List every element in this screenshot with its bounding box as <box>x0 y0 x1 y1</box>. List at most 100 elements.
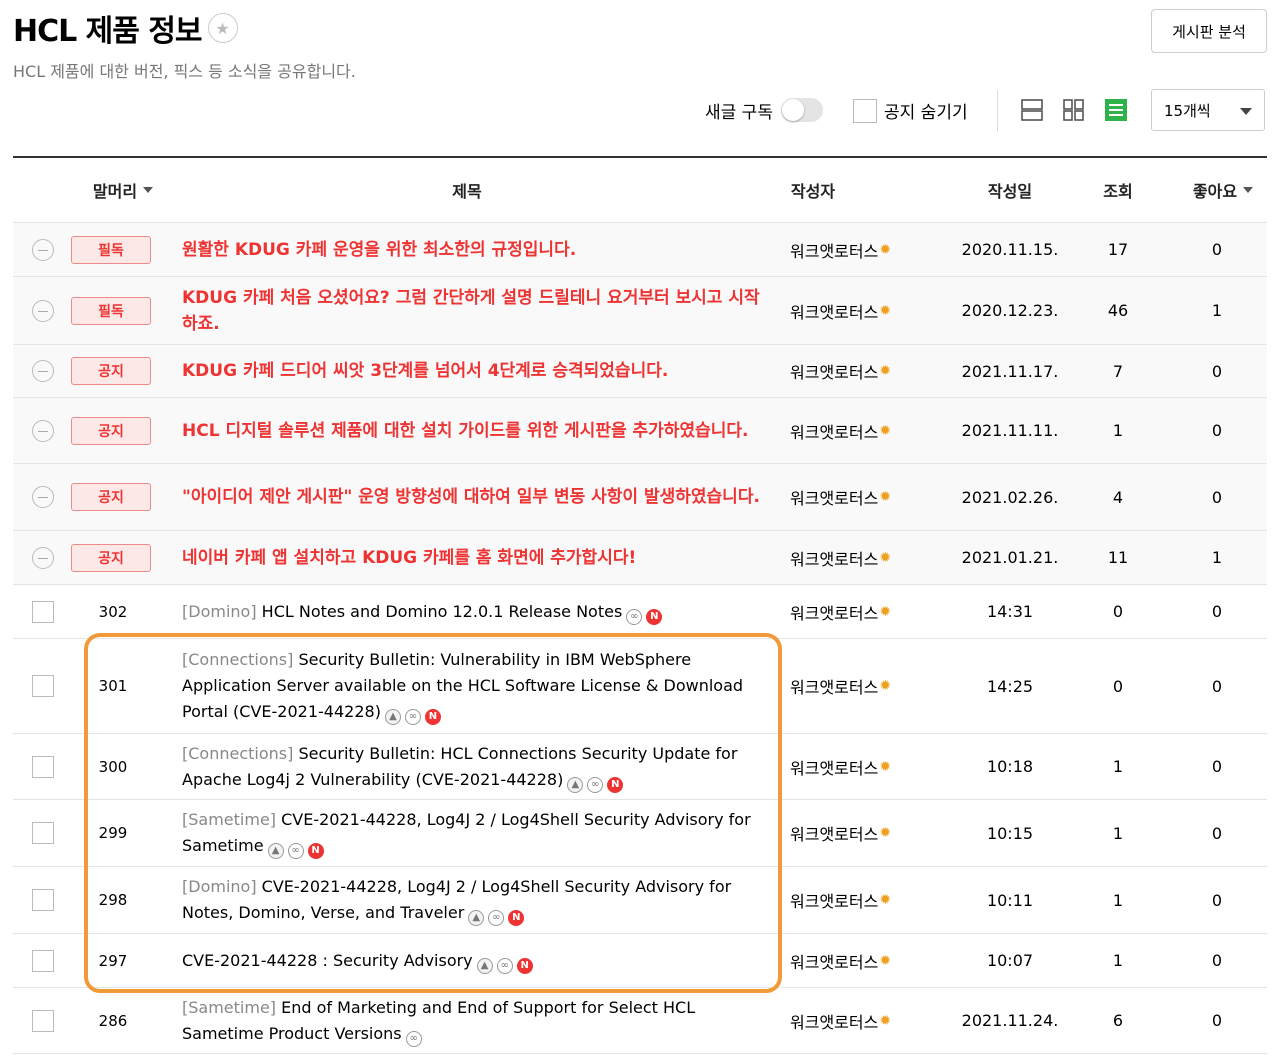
author-name[interactable]: 워크앳로터스 <box>790 755 878 779</box>
list-view-icon[interactable] <box>1105 98 1127 122</box>
post-title-link[interactable]: [Sametime] CVE-2021-44228, Log4J 2 / Log… <box>182 807 762 859</box>
post-number: 302 <box>98 602 128 621</box>
column-prefix-label: 말머리 <box>92 182 138 201</box>
per-page-value: 15개씩 <box>1164 101 1211 120</box>
album-view-icon[interactable] <box>1063 98 1085 122</box>
column-likes-label: 좋아요 <box>1192 182 1238 201</box>
row-checkbox[interactable] <box>32 889 54 911</box>
views-cell: 1 <box>1112 757 1124 776</box>
author-name[interactable]: 워크앳로터스 <box>790 299 878 323</box>
date-cell: 2021.01.21. <box>961 548 1059 567</box>
column-title: 제목 <box>452 182 482 201</box>
card-view-icon[interactable] <box>1021 98 1043 122</box>
table-header: 말머리 제목 작성자 작성일 조회 좋아요 <box>13 158 1267 223</box>
minus-circle-icon[interactable] <box>32 238 54 261</box>
date-cell: 10:15 <box>986 823 1034 843</box>
notice-row[interactable]: 공지 네이버 카페 앱 설치하고 KDUG 카페를 홈 화면에 추가합시다! 워… <box>13 531 1267 585</box>
row-checkbox[interactable] <box>32 949 54 972</box>
notice-title-link[interactable]: 네이버 카페 앱 설치하고 KDUG 카페를 홈 화면에 추가합시다! <box>182 545 636 571</box>
subscribe-toggle[interactable] <box>781 98 823 122</box>
title-cell: 원활한 KDUG 카페 운영을 위한 최소한의 규정입니다. <box>182 223 762 276</box>
link-icon: ∞ <box>626 608 643 625</box>
row-checkbox[interactable] <box>32 822 54 844</box>
notice-title-link[interactable]: "아이디어 제안 게시판" 운영 방향성에 대하여 일부 변동 사항이 발생하였… <box>182 484 760 510</box>
table-row[interactable]: 301 [Connections] Security Bulletin: Vul… <box>13 639 1267 734</box>
post-number: 286 <box>98 1011 128 1030</box>
author-name[interactable]: 워크앳로터스 <box>790 949 878 973</box>
notice-title-link[interactable]: KDUG 카페 처음 오셨어요? 그럼 간단하게 설명 드릴테니 요거부터 보시… <box>182 285 762 337</box>
notice-row[interactable]: 공지 HCL 디지털 솔루션 제품에 대한 설치 가이드를 위한 게시판을 추가… <box>13 398 1267 464</box>
notice-badge: 필독 <box>71 296 151 325</box>
author-name[interactable]: 워크앳로터스 <box>790 888 878 912</box>
hide-notice-label[interactable]: 공지 숨기기 <box>884 93 968 127</box>
row-selector <box>30 277 56 344</box>
row-selector <box>30 223 56 276</box>
post-title-link[interactable]: [Domino] CVE-2021-44228, Log4J 2 / Log4S… <box>182 874 762 926</box>
table-row[interactable]: 300 [Connections] Security Bulletin: HCL… <box>13 734 1267 800</box>
row-checkbox[interactable] <box>32 600 54 623</box>
title-cell: KDUG 카페 드디어 씨앗 3단계를 넘어서 4단계로 승격되었습니다. <box>182 345 762 397</box>
author-name[interactable]: 워크앳로터스 <box>790 1009 878 1033</box>
author-name[interactable]: 워크앳로터스 <box>790 600 878 624</box>
notice-title-link[interactable]: HCL 디지털 솔루션 제품에 대한 설치 가이드를 위한 게시판을 추가하였습… <box>182 418 748 444</box>
star-icon[interactable]: ★ <box>207 13 238 43</box>
likes-cell: 0 <box>1211 487 1223 507</box>
author-name[interactable]: 워크앳로터스 <box>790 485 878 509</box>
row-selector <box>30 639 56 733</box>
date-cell: 2021.02.26. <box>961 487 1059 507</box>
notice-row[interactable]: 필독 KDUG 카페 처음 오셨어요? 그럼 간단하게 설명 드릴테니 요거부터… <box>13 277 1267 345</box>
row-checkbox[interactable] <box>32 1009 54 1032</box>
row-checkbox[interactable] <box>32 755 54 778</box>
author-cell: 워크앳로터스 ✹ <box>790 464 920 530</box>
notice-badge: 공지 <box>71 483 151 511</box>
title-cell: [Connections] Security Bulletin: Vulnera… <box>182 639 762 733</box>
author-name[interactable]: 워크앳로터스 <box>790 546 878 570</box>
notice-row[interactable]: 필독 원활한 KDUG 카페 운영을 위한 최소한의 규정입니다. 워크앳로터스… <box>13 223 1267 277</box>
title-cell: "아이디어 제안 게시판" 운영 방향성에 대하여 일부 변동 사항이 발생하였… <box>182 464 762 530</box>
notice-row[interactable]: 공지 "아이디어 제안 게시판" 운영 방향성에 대하여 일부 변동 사항이 발… <box>13 464 1267 531</box>
link-icon: ∞ <box>587 776 604 793</box>
post-title-link[interactable]: CVE-2021-44228 : Security Advisory ▲ ∞ N <box>182 948 533 974</box>
date-cell: 2021.11.17. <box>961 361 1059 381</box>
per-page-select[interactable]: 15개씩 <box>1151 89 1265 131</box>
post-title-link[interactable]: [Sametime] End of Marketing and End of S… <box>182 995 762 1047</box>
minus-circle-icon[interactable] <box>32 546 54 569</box>
post-title-link[interactable]: [Connections] Security Bulletin: Vulnera… <box>182 647 762 725</box>
minus-circle-icon[interactable] <box>32 486 54 508</box>
new-badge-icon: N <box>508 910 525 926</box>
author-cell: 워크앳로터스 ✹ <box>790 585 920 638</box>
column-date: 작성일 <box>987 182 1033 201</box>
board-analyze-button[interactable]: 게시판 분석 <box>1151 9 1267 53</box>
column-prefix[interactable]: 말머리 <box>68 158 178 222</box>
author-name[interactable]: 워크앳로터스 <box>790 238 878 262</box>
table-row[interactable]: 297 CVE-2021-44228 : Security Advisory ▲ ∞… <box>13 934 1267 988</box>
minus-circle-icon[interactable] <box>32 299 54 322</box>
post-title-link[interactable]: [Domino] HCL Notes and Domino 12.0.1 Rel… <box>182 599 663 625</box>
likes-cell: 0 <box>1211 240 1223 259</box>
hide-notice-checkbox[interactable] <box>853 99 877 123</box>
post-number: 300 <box>98 757 128 776</box>
badge-cell: 공지 <box>71 531 153 584</box>
image-icon: ▲ <box>567 776 584 793</box>
column-likes[interactable]: 좋아요 <box>1173 158 1273 222</box>
author-name[interactable]: 워크앳로터스 <box>790 359 878 383</box>
table-row[interactable]: 299 [Sametime] CVE-2021-44228, Log4J 2 /… <box>13 800 1267 867</box>
title-cell: [Domino] HCL Notes and Domino 12.0.1 Rel… <box>182 585 762 638</box>
post-title-link[interactable]: [Connections] Security Bulletin: HCL Con… <box>182 741 762 793</box>
row-selector <box>30 398 56 463</box>
date-cell: 2021.11.11. <box>961 421 1059 440</box>
minus-circle-icon[interactable] <box>32 419 54 442</box>
table-row[interactable]: 286 [Sametime] End of Marketing and End … <box>13 988 1267 1054</box>
notice-title-link[interactable]: 원활한 KDUG 카페 운영을 위한 최소한의 규정입니다. <box>182 237 576 263</box>
notice-title-link[interactable]: KDUG 카페 드디어 씨앗 3단계를 넘어서 4단계로 승격되었습니다. <box>182 358 668 384</box>
notice-row[interactable]: 공지 KDUG 카페 드디어 씨앗 3단계를 넘어서 4단계로 승격되었습니다.… <box>13 345 1267 398</box>
author-name[interactable]: 워크앳로터스 <box>790 674 878 698</box>
badge-cell: 공지 <box>71 345 153 397</box>
toolbar-divider <box>997 90 998 132</box>
minus-circle-icon[interactable] <box>32 360 54 382</box>
table-row[interactable]: 298 [Domino] CVE-2021-44228, Log4J 2 / L… <box>13 867 1267 934</box>
author-name[interactable]: 워크앳로터스 <box>790 821 878 845</box>
row-checkbox[interactable] <box>32 675 54 697</box>
table-row[interactable]: 302 [Domino] HCL Notes and Domino 12.0.1… <box>13 585 1267 639</box>
author-name[interactable]: 워크앳로터스 <box>790 419 878 443</box>
